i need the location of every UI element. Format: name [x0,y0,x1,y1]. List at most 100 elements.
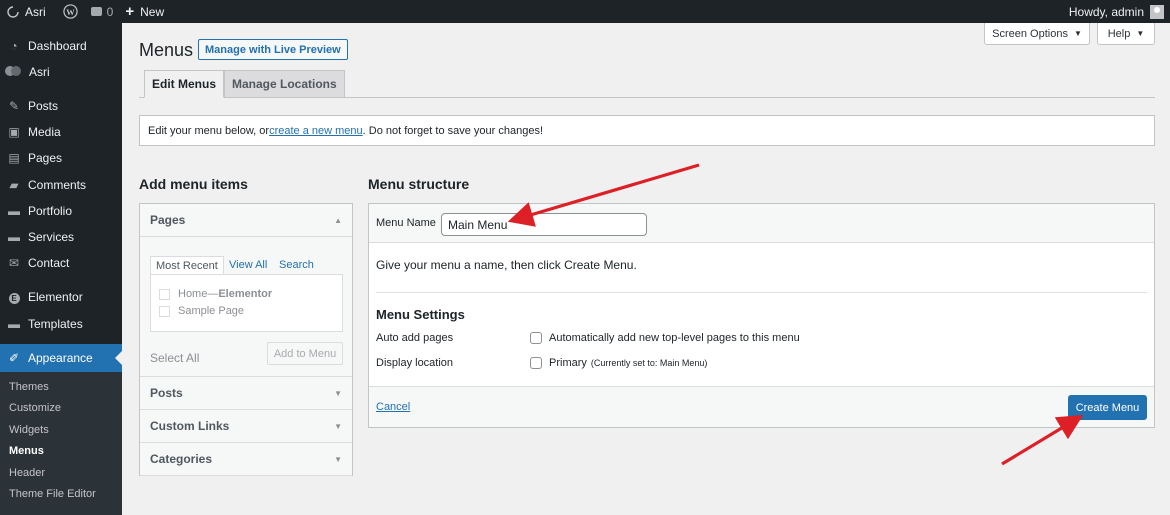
page-separator: — [207,288,219,300]
settings-divider [376,292,1147,293]
sidebar-item-pages[interactable]: ▤ Pages [0,146,122,170]
accordion-custom-links-header[interactable]: Custom Links ▼ [140,410,352,443]
add-to-menu-button[interactable]: Add to Menu [267,342,343,365]
screen-options-label: Screen Options [992,27,1068,40]
primary-location-option[interactable]: Primary (Currently set to: Main Menu) [530,357,707,369]
tab-edit-menus[interactable]: Edit Menus [144,70,225,98]
admin-sidebar: ◔ Dashboard Asri ✎ Posts ▣ Media ▤ Pages… [0,23,122,515]
pages-panel: Most Recent View All Search Home — Eleme… [140,237,352,377]
sidebar-item-posts[interactable]: ✎ Posts [0,94,122,118]
plus-icon: + [125,3,135,20]
submenu-item-themes[interactable]: Themes [9,381,49,393]
mail-icon: ✉ [8,256,20,270]
display-location-label: Display location [376,357,454,369]
sidebar-item-label: Templates [28,317,83,331]
create-new-menu-link[interactable]: create a new menu [269,125,363,137]
sidebar-item-media[interactable]: ▣ Media [0,120,122,144]
paintbrush-icon: ✐ [8,351,20,365]
manage-live-preview-button[interactable]: Manage with Live Preview [198,39,348,60]
sidebar-item-label: Comments [28,178,87,192]
sidebar-item-label: Portfolio [28,204,73,218]
sidebar-item-contact[interactable]: ✉ Contact [0,251,122,275]
page-checkbox[interactable] [159,305,170,317]
comments-link[interactable]: 0 [84,0,118,23]
primary-label: Primary [549,357,587,369]
sidebar-item-dashboard[interactable]: ◔ Dashboard [0,34,122,58]
folder-icon: ▬ [8,204,20,218]
menu-name-label: Menu Name [376,217,436,229]
main-content: Screen Options ▼ Help ▼ Menus Manage wit… [122,23,1170,515]
media-icon: ▣ [8,125,20,139]
sidebar-item-comments[interactable]: ▰ Comments [0,173,122,197]
menu-name-input[interactable] [441,213,647,236]
site-loader-icon[interactable] [0,0,23,23]
add-menu-items-accordion: Pages ▲ Most Recent View All Search Home… [139,203,353,476]
help-button[interactable]: Help ▼ [1097,23,1155,45]
submenu-item-customize[interactable]: Customize [9,402,61,414]
menu-name-bar: Menu Name [369,204,1154,243]
sidebar-item-portfolio[interactable]: ▬ Portfolio [0,199,122,223]
auto-add-pages-option[interactable]: Automatically add new top-level pages to… [530,332,800,344]
accordion-categories-header[interactable]: Categories ▼ [140,443,352,476]
avatar [1150,4,1164,19]
notice-text-before: Edit your menu below, or [148,124,270,137]
create-menu-hint: Give your menu a name, then click Create… [376,258,637,272]
site-name-link[interactable]: Asri [23,0,56,23]
notice-text-after: . Do not forget to save your changes! [362,124,544,137]
select-all-checkbox-label[interactable]: Select All [150,351,199,365]
new-label: New [140,4,165,19]
sidebar-item-label: Dashboard [28,39,87,53]
sidebar-item-elementor[interactable]: E Elementor [0,285,122,309]
menu-structure-heading: Menu structure [368,176,470,192]
svg-text:W: W [66,7,75,17]
cancel-link[interactable]: Cancel [376,401,410,413]
sidebar-item-asri[interactable]: Asri [0,60,122,84]
list-item[interactable]: Sample Page [159,305,244,317]
chevron-down-icon: ▼ [334,388,342,398]
dashboard-icon: ◔ [10,39,18,53]
submenu-item-header[interactable]: Header [9,467,45,479]
submenu-item-theme-file-editor[interactable]: Theme File Editor [9,488,96,500]
chevron-up-icon: ▲ [334,215,342,225]
primary-location-checkbox[interactable] [530,357,542,369]
accordion-posts-header[interactable]: Posts ▼ [140,377,352,410]
list-item[interactable]: Home — Elementor [159,288,272,300]
sidebar-item-templates[interactable]: ▬ Templates [0,312,122,336]
elementor-icon: E [7,290,21,304]
sidebar-item-label: Media [28,125,61,139]
accordion-pages-header[interactable]: Pages ▲ [140,204,352,237]
comment-bubble-icon [90,7,102,16]
asri-logo-icon [3,65,23,79]
menu-management-panel: Menu Name Give your menu a name, then cl… [368,203,1155,428]
tab-most-recent[interactable]: Most Recent [150,256,224,274]
create-menu-button[interactable]: Create Menu [1068,395,1147,420]
accordion-section-title: Posts [150,386,183,400]
page-checkbox[interactable] [159,288,170,300]
accordion-section-title: Categories [150,452,213,466]
sidebar-item-appearance[interactable]: ✐ Appearance [0,344,122,372]
help-label: Help [1107,27,1131,40]
tab-view-all[interactable]: View All [229,256,267,274]
new-content-link[interactable]: + New [117,0,171,23]
add-menu-items-heading: Add menu items [139,176,248,192]
auto-add-checkbox[interactable] [530,332,542,344]
caret-down-icon: ▼ [1136,29,1145,38]
pages-icon: ▤ [8,151,20,165]
sidebar-item-services[interactable]: ▬ Services [0,225,122,249]
page-title: Sample Page [178,305,245,317]
submenu-item-menus[interactable]: Menus [9,445,44,457]
screen-options-button[interactable]: Screen Options ▼ [984,23,1090,45]
auto-add-text: Automatically add new top-level pages to… [549,332,800,344]
account-menu[interactable]: Howdy, admin [1069,0,1164,23]
wordpress-logo-icon[interactable]: W [56,0,84,23]
tab-search[interactable]: Search [279,256,314,274]
sidebar-item-label: Elementor [28,290,83,304]
appearance-submenu: Themes Customize Widgets Menus Header Th… [0,372,122,515]
tab-manage-locations[interactable]: Manage Locations [224,70,345,98]
submenu-item-widgets[interactable]: Widgets [9,424,49,436]
primary-note: (Currently set to: Main Menu) [590,358,708,368]
folder-icon: ▬ [8,317,20,331]
edit-notice: Edit your menu below, or create a new me… [139,115,1155,146]
tab-divider [139,97,1155,98]
page-title: Home [178,288,208,300]
